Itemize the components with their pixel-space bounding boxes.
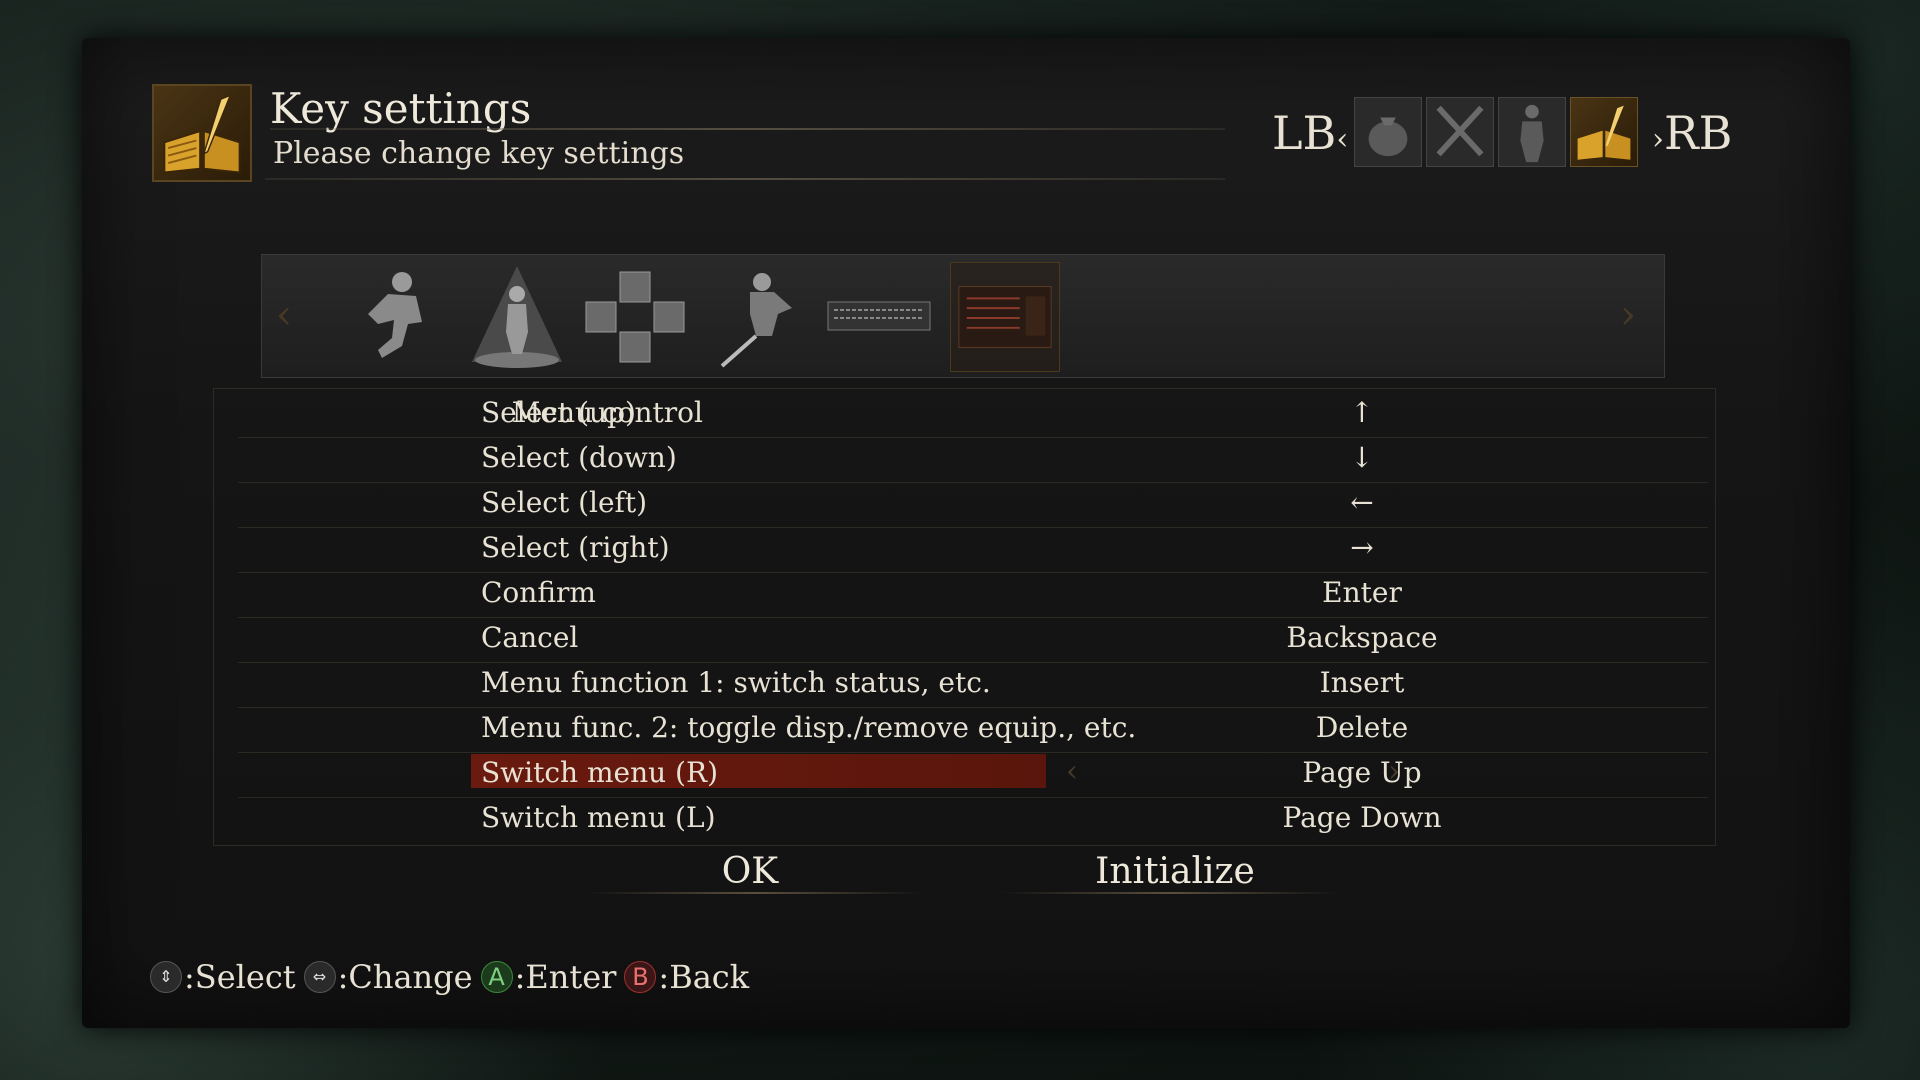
binding-row-menu-function-2[interactable]: Menu func. 2: toggle disp./remove equip.… [238,707,1708,753]
key-next-arrow[interactable]: › [1388,754,1400,789]
lb-label[interactable]: LB‹ [1272,106,1348,160]
hint-change-label: :Change [337,958,473,996]
action-label: Select (up) [481,396,636,429]
page-title: Key settings [270,84,532,133]
binding-row-select-down[interactable]: Select (down) ↓ [238,437,1708,483]
dpad-leftright-icon: ⇔ [303,961,336,993]
strip-left-arrow[interactable]: ‹ [276,292,292,338]
title-divider [270,128,1225,130]
character-silhouette-icon[interactable] [1498,97,1566,167]
book-quill-tab-icon[interactable] [1570,97,1638,167]
key-prev-arrow[interactable]: ‹ [1066,754,1078,789]
keyboard-icon[interactable] [824,262,934,372]
action-label: Switch menu (L) [481,801,716,834]
binding-row-switch-menu-l[interactable]: Switch menu (L) Page Down [238,797,1708,842]
key-value: Insert [1319,666,1405,699]
key-value: Page Up [1302,756,1422,789]
binding-row-select-right[interactable]: Select (right) → [238,527,1708,573]
key-value: Delete [1315,711,1409,744]
key-value: Page Down [1282,801,1442,834]
action-label: Select (right) [481,531,670,564]
action-label: Cancel [481,621,579,654]
control-hints: ⇕ :Select ⇔ :Change A :Enter B :Back [150,958,757,996]
running-figure-icon[interactable] [338,262,448,372]
rb-label[interactable]: ›RB [1652,106,1732,160]
key-value: ← [1350,486,1374,519]
hint-enter-label: :Enter [514,958,617,996]
action-label: Menu function 1: switch status, etc. [481,666,991,699]
action-label: Confirm [481,576,596,609]
action-label: Select (down) [481,441,677,474]
ok-underline [585,892,925,894]
key-value: ↓ [1350,441,1374,474]
b-button-icon: B [624,961,657,993]
a-button-icon: A [480,961,513,993]
initialize-underline [1000,892,1340,894]
binding-row-switch-menu-r[interactable]: Switch menu (R) ‹ Page Up › [238,752,1708,798]
binding-row-select-up[interactable]: Menu control Select (up) ↑ [238,392,1708,438]
menu-screen-icon[interactable] [950,262,1060,372]
binding-row-select-left[interactable]: Select (left) ← [238,482,1708,528]
dpad-updown-icon: ⇕ [150,961,182,993]
key-value: ↑ [1350,396,1374,429]
page-subtitle: Please change key settings [273,136,685,171]
strip-right-arrow[interactable]: › [1620,292,1636,338]
binding-row-menu-function-1[interactable]: Menu function 1: switch status, etc. Ins… [238,662,1708,708]
knight-attack-icon[interactable] [712,262,822,372]
crossed-swords-icon[interactable] [1426,97,1494,167]
character-pedestal-icon[interactable] [462,262,572,372]
book-quill-icon [152,84,252,182]
action-label: Switch menu (R) [481,756,718,789]
action-label: Menu func. 2: toggle disp./remove equip.… [481,711,1137,744]
item-pouch-icon[interactable] [1354,97,1422,167]
ok-button[interactable]: OK [625,848,875,896]
item-slots-icon[interactable] [580,262,690,372]
binding-row-confirm[interactable]: Confirm Enter [238,572,1708,618]
initialize-button[interactable]: Initialize [1050,848,1300,896]
key-value: → [1350,531,1374,564]
subtitle-divider [265,178,1225,180]
binding-row-cancel[interactable]: Cancel Backspace [238,617,1708,663]
key-value: Backspace [1286,621,1438,654]
hint-select-label: :Select [184,958,296,996]
action-label: Select (left) [481,486,648,519]
key-value: Enter [1322,576,1402,609]
hint-back-label: :Back [658,958,750,996]
